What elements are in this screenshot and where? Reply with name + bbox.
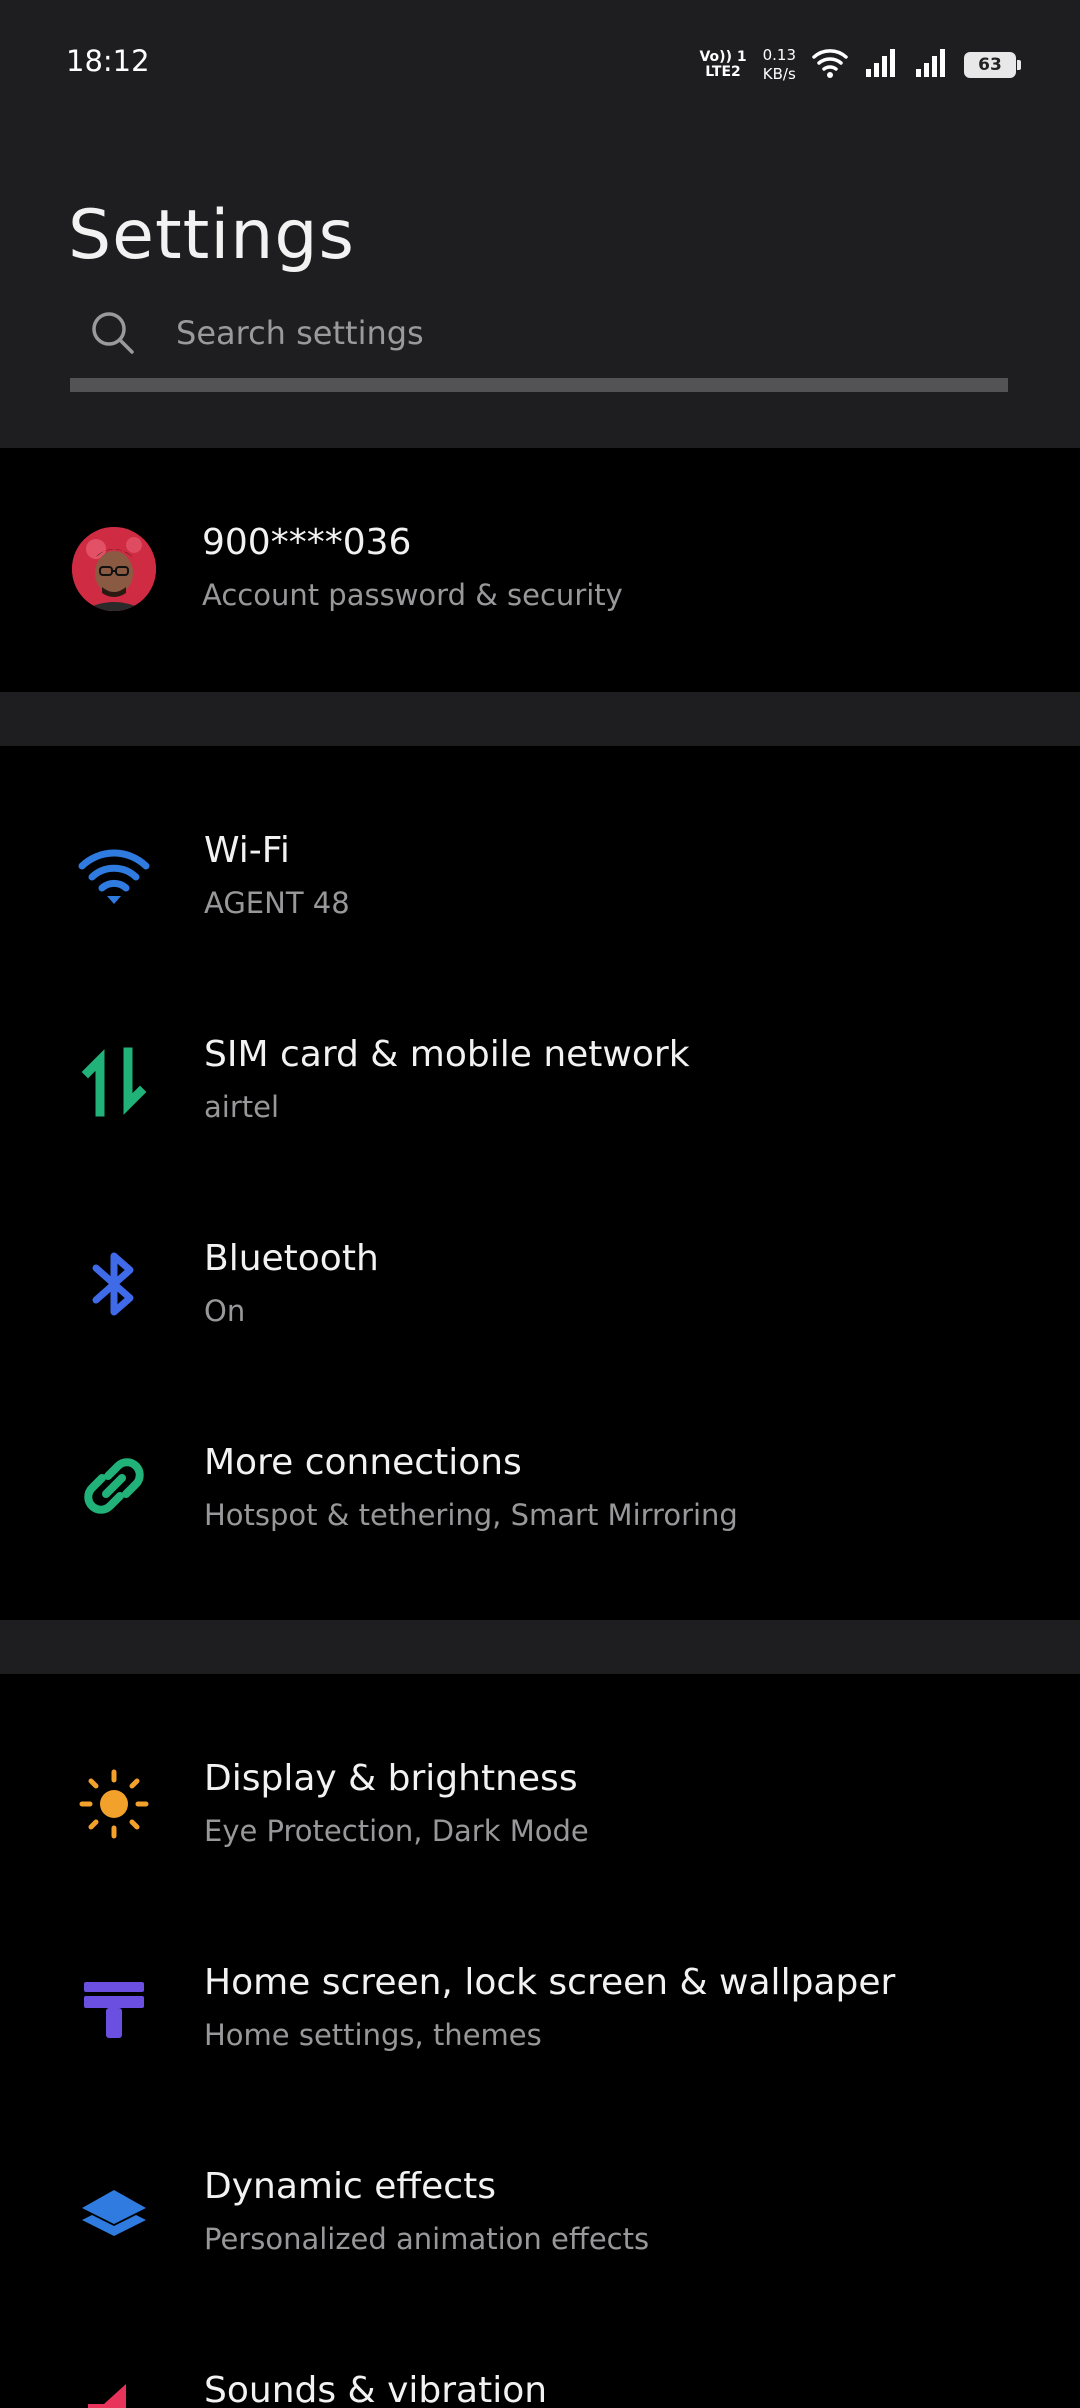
sim-network-title: SIM card & mobile network (204, 1034, 690, 1075)
link-icon (74, 1446, 154, 1526)
theme-brush-icon (74, 1968, 154, 2048)
display-brightness-subtitle: Eye Protection, Dark Mode (204, 1814, 589, 1848)
signal-sim2-icon (914, 47, 948, 83)
search-underline (70, 378, 1008, 392)
search-icon (88, 308, 138, 358)
section-divider (0, 1620, 1080, 1674)
lte-label: LTE2 (705, 64, 741, 80)
wifi-title: Wi-Fi (204, 830, 290, 871)
sim-network-row[interactable]: SIM card & mobile network airtel (0, 980, 1080, 1180)
account-subtitle: Account password & security (202, 578, 623, 612)
wifi-icon (74, 836, 154, 916)
network-speed: 0.13 KB/s (763, 46, 796, 84)
volte-indicator: Vo)) 1 LTE2 (699, 50, 746, 80)
account-name: 900****036 (202, 522, 412, 563)
signal-sim1-icon (864, 47, 898, 83)
status-time: 18:12 (66, 44, 150, 78)
bluetooth-row[interactable]: Bluetooth On (0, 1184, 1080, 1384)
status-icons: Vo)) 1 LTE2 0.13 KB/s 63 (699, 40, 1021, 90)
search-input[interactable] (176, 308, 976, 358)
avatar (72, 527, 156, 611)
home-screen-subtitle: Home settings, themes (204, 2018, 542, 2052)
sun-icon (74, 1764, 154, 1844)
home-screen-row[interactable]: Home screen, lock screen & wallpaper Hom… (0, 1908, 1080, 2108)
dynamic-effects-row[interactable]: Dynamic effects Personalized animation e… (0, 2112, 1080, 2312)
bluetooth-title: Bluetooth (204, 1238, 379, 1279)
dynamic-effects-subtitle: Personalized animation effects (204, 2222, 650, 2256)
section-divider (0, 692, 1080, 746)
sound-icon (74, 2376, 154, 2408)
display-brightness-title: Display & brightness (204, 1758, 578, 1799)
battery-level: 63 (978, 55, 1002, 75)
wifi-status-icon (812, 47, 848, 83)
battery-icon: 63 (964, 52, 1021, 78)
network-speed-value: 0.13 (762, 46, 796, 64)
status-bar: 18:12 Vo)) 1 LTE2 0.13 KB/s 63 (0, 0, 1080, 128)
dynamic-effects-title: Dynamic effects (204, 2166, 496, 2207)
mobile-data-icon (74, 1040, 154, 1120)
network-speed-unit: KB/s (762, 65, 796, 83)
bluetooth-icon (74, 1244, 154, 1324)
display-brightness-row[interactable]: Display & brightness Eye Protection, Dar… (0, 1704, 1080, 1904)
battery-cap (1017, 60, 1021, 70)
page-title: Settings (68, 195, 355, 275)
sim-network-subtitle: airtel (204, 1090, 280, 1124)
volte-label: Vo)) 1 (699, 49, 747, 65)
home-screen-title: Home screen, lock screen & wallpaper (204, 1962, 896, 2003)
bluetooth-subtitle: On (204, 1294, 246, 1328)
wifi-subtitle: AGENT 48 (204, 886, 350, 920)
settings-header: 18:12 Vo)) 1 LTE2 0.13 KB/s 63 Settings … (0, 0, 1080, 448)
layers-icon (74, 2172, 154, 2252)
sounds-vibration-title: Sounds & vibration (204, 2370, 548, 2408)
search-bar[interactable] (70, 290, 1008, 392)
more-connections-subtitle: Hotspot & tethering, Smart Mirroring (204, 1498, 738, 1532)
more-connections-row[interactable]: More connections Hotspot & tethering, Sm… (0, 1388, 1080, 1588)
more-connections-title: More connections (204, 1442, 522, 1483)
sounds-vibration-row[interactable]: Sounds & vibration (0, 2316, 1080, 2408)
wifi-row[interactable]: Wi-Fi AGENT 48 (0, 776, 1080, 976)
